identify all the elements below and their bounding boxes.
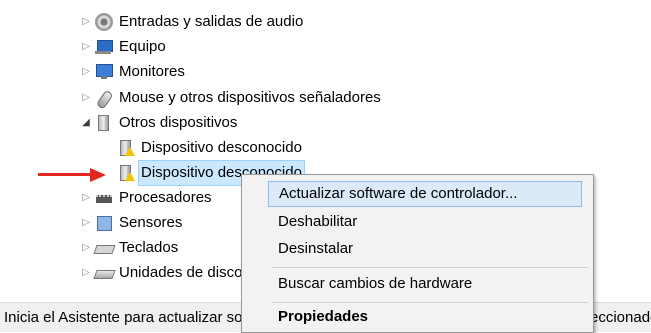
expand-arrow-icon[interactable]: ▷ — [80, 211, 92, 235]
tree-item-unknown-device-1[interactable]: Dispositivo desconocido — [117, 136, 304, 160]
expand-arrow-icon[interactable]: ▷ — [80, 35, 92, 59]
menu-item-update-driver[interactable]: Actualizar software de controlador... — [268, 181, 582, 207]
expand-arrow-icon[interactable]: ▷ — [80, 186, 92, 210]
menu-item-scan-hardware[interactable]: Buscar cambios de hardware — [268, 271, 582, 297]
arrow-shaft — [38, 173, 93, 176]
red-pointer-arrow-icon — [38, 168, 108, 182]
keyboard-icon — [95, 239, 113, 257]
tree-item-label: Teclados — [119, 239, 179, 256]
menu-item-uninstall[interactable]: Desinstalar — [268, 236, 582, 262]
expand-arrow-icon[interactable]: ▷ — [80, 236, 92, 260]
disk-drive-icon — [95, 264, 113, 282]
unknown-device-warning-icon — [117, 164, 135, 182]
tree-item-label: Procesadores — [119, 189, 212, 206]
menu-separator — [272, 302, 588, 303]
collapse-arrow-icon[interactable]: ◢ — [80, 111, 92, 135]
tree-item-label: Sensores — [119, 214, 183, 231]
tree-item-keyboards[interactable]: ▷ Teclados — [80, 236, 180, 260]
tree-item-sensors[interactable]: ▷ Sensores — [80, 211, 184, 235]
tree-item-label: Monitores — [119, 63, 185, 80]
tree-item-processors[interactable]: ▷ Procesadores — [80, 186, 214, 210]
tree-item-label: Dispositivo desconocido — [141, 139, 302, 156]
menu-item-properties[interactable]: Propiedades — [268, 304, 582, 330]
tree-item-computer[interactable]: ▷ Equipo — [80, 35, 168, 59]
tree-item-label: Mouse y otros dispositivos señaladores — [119, 89, 381, 106]
tree-item-label: Entradas y salidas de audio — [119, 13, 304, 30]
monitor-icon — [95, 63, 113, 81]
arrow-head — [90, 168, 106, 182]
mouse-icon — [91, 85, 116, 110]
tree-item-label: Unidades de disco — [119, 264, 243, 281]
tree-item-label: Equipo — [119, 38, 166, 55]
sensor-icon — [95, 214, 113, 232]
other-devices-icon — [95, 114, 113, 132]
expand-arrow-icon[interactable]: ▷ — [80, 261, 92, 285]
tree-item-other-devices[interactable]: ◢ Otros dispositivos — [80, 111, 239, 135]
expand-arrow-icon[interactable]: ▷ — [80, 10, 92, 34]
processor-icon — [95, 189, 113, 207]
menu-separator — [272, 267, 588, 268]
menu-item-disable[interactable]: Deshabilitar — [268, 209, 582, 235]
tree-item-monitors[interactable]: ▷ Monitores — [80, 60, 187, 84]
expand-arrow-icon[interactable]: ▷ — [80, 86, 92, 110]
computer-icon — [95, 38, 113, 56]
tree-item-label: Otros dispositivos — [119, 114, 238, 131]
tree-item-audio[interactable]: ▷ Entradas y salidas de audio — [80, 10, 305, 34]
unknown-device-warning-icon — [117, 139, 135, 157]
status-text-tail: eccionado — [590, 303, 651, 332]
expand-arrow-icon[interactable]: ▷ — [80, 60, 92, 84]
tree-item-mouse[interactable]: ▷ Mouse y otros dispositivos señaladores — [80, 86, 383, 110]
context-menu: Actualizar software de controlador... De… — [241, 174, 594, 333]
audio-speaker-icon — [95, 13, 113, 31]
tree-item-disk-drives[interactable]: ▷ Unidades de disco — [80, 261, 244, 285]
